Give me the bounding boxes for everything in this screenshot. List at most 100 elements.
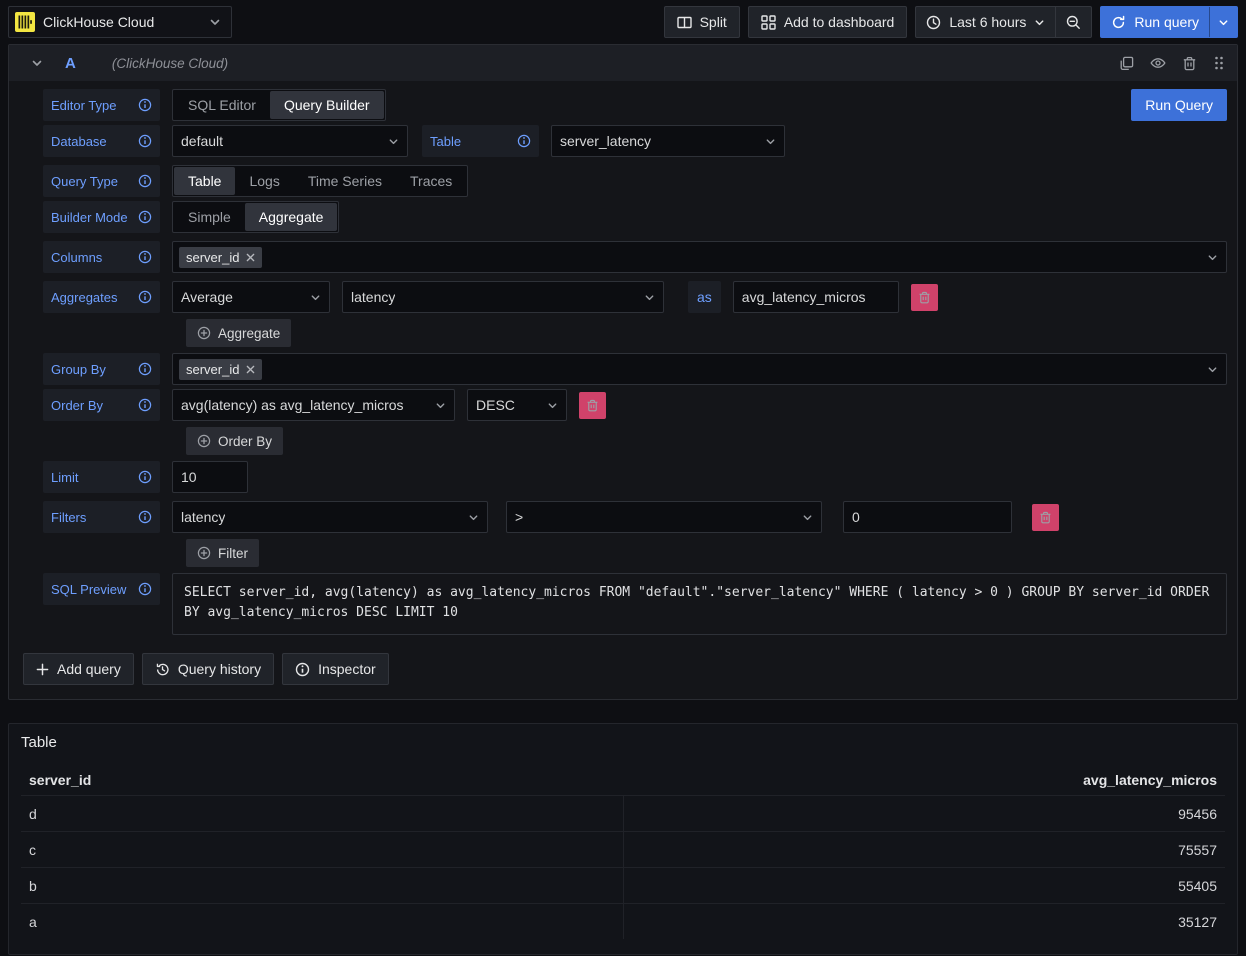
duplicate-query-icon[interactable] [1119,56,1134,71]
inspector-button[interactable]: Inspector [282,653,389,685]
database-value: default [181,133,223,149]
query-history-button[interactable]: Query history [142,653,274,685]
run-query-dropdown[interactable] [1209,7,1237,37]
collapse-chevron-icon[interactable] [31,57,43,69]
group-by-multiselect[interactable]: server_id [172,353,1227,385]
filters-label: Filters [51,510,86,525]
editor-type-option-query-builder[interactable]: Query Builder [270,91,384,119]
builder-mode-row: Builder Mode Simple Aggregate [43,201,1227,233]
aggregates-label: Aggregates [51,290,118,305]
table-value: server_latency [560,133,651,149]
limit-field[interactable] [172,461,248,493]
aggregate-alias-field[interactable] [733,281,899,313]
info-icon[interactable] [517,134,531,148]
info-icon[interactable] [138,470,152,484]
run-query-editor-button[interactable]: Run Query [1131,89,1227,121]
query-type-option-time-series[interactable]: Time Series [294,167,396,195]
aggregates-label-cell: Aggregates [43,281,160,313]
delete-query-icon[interactable] [1182,56,1197,71]
editor-type-label: Editor Type [51,98,117,113]
query-builder-body: Run Query Editor Type SQL Editor Query B… [9,81,1237,641]
table-select[interactable]: server_latency [551,125,785,157]
limit-input[interactable] [181,469,239,485]
database-label-cell: Database [43,125,160,157]
info-icon[interactable] [138,134,152,148]
info-icon[interactable] [138,210,152,224]
query-type-option-table[interactable]: Table [174,167,235,195]
chevron-down-icon [765,136,776,147]
filter-value-input[interactable] [852,509,1003,525]
columns-multiselect[interactable]: server_id [172,241,1227,273]
run-query-button[interactable]: Run query [1101,7,1209,37]
add-aggregate-button[interactable]: Aggregate [186,319,291,347]
columns-label: Columns [51,250,102,265]
add-filter-button[interactable]: Filter [186,539,259,567]
database-table-row: Database default Table server_latency [43,125,1227,157]
query-type-option-traces[interactable]: Traces [396,167,466,195]
query-ref-id[interactable]: A [65,55,76,72]
add-query-button[interactable]: Add query [23,653,134,685]
time-zoom-out-button[interactable] [1055,7,1091,37]
order-by-column-select[interactable]: avg(latency) as avg_latency_micros [172,389,455,421]
filters-label-cell: Filters [43,501,160,533]
query-type-option-logs[interactable]: Logs [235,167,293,195]
info-icon[interactable] [138,174,152,188]
info-icon[interactable] [138,582,152,596]
split-button[interactable]: Split [664,6,740,38]
cell-server-id: d [21,796,624,831]
info-icon[interactable] [138,98,152,112]
filter-operator-select[interactable]: > [506,501,822,533]
info-icon[interactable] [138,510,152,524]
chip-remove-icon[interactable] [246,365,255,374]
database-label: Database [51,134,107,149]
datasource-picker[interactable]: ClickHouse Cloud [8,6,232,38]
column-header-server-id[interactable]: server_id [21,772,623,788]
column-header-avg-latency-micros[interactable]: avg_latency_micros [623,772,1225,788]
table-row: b 55405 [21,867,1225,903]
database-select[interactable]: default [172,125,408,157]
time-range-picker[interactable]: Last 6 hours [916,7,1055,37]
order-by-direction-select[interactable]: DESC [467,389,567,421]
add-order-by-button[interactable]: Order By [186,427,283,455]
filter-value-field[interactable] [843,501,1012,533]
chevron-down-icon [388,136,399,147]
aggregate-alias-input[interactable] [742,289,890,305]
info-icon[interactable] [138,398,152,412]
filters-row: Filters latency > [43,501,1227,533]
chip-remove-icon[interactable] [246,253,255,262]
builder-mode-option-aggregate[interactable]: Aggregate [245,203,338,231]
inspector-label: Inspector [318,661,376,677]
disable-query-eye-icon[interactable] [1150,55,1166,71]
builder-mode-option-simple[interactable]: Simple [174,203,245,231]
builder-mode-label-cell: Builder Mode [43,201,160,233]
columns-row: Columns server_id [43,241,1227,273]
cell-server-id: b [21,868,624,903]
chevron-down-icon [209,16,221,28]
info-icon[interactable] [138,290,152,304]
time-picker-group: Last 6 hours [915,6,1092,38]
remove-order-by-button[interactable] [579,392,606,419]
aggregate-column-select[interactable]: latency [342,281,664,313]
group-by-label-cell: Group By [43,353,160,385]
chevron-down-icon [310,292,321,303]
chevron-down-icon [435,400,446,411]
split-icon [677,15,692,30]
editor-type-option-sql-editor[interactable]: SQL Editor [174,91,270,119]
cell-server-id: c [21,832,624,867]
apps-icon [761,15,776,30]
drag-handle-icon[interactable] [1213,55,1225,71]
remove-aggregate-button[interactable] [911,284,938,311]
clickhouse-logo-icon [15,12,35,32]
plus-icon [36,663,49,676]
add-to-dashboard-button[interactable]: Add to dashboard [748,6,908,38]
limit-label: Limit [51,470,78,485]
order-by-direction: DESC [476,397,515,413]
filter-column-select[interactable]: latency [172,501,488,533]
remove-filter-button[interactable] [1032,504,1059,531]
aggregate-function-select[interactable]: Average [172,281,330,313]
editor-type-toggle: SQL Editor Query Builder [172,89,386,121]
query-history-label: Query history [178,661,261,677]
info-icon[interactable] [138,362,152,376]
info-icon[interactable] [138,250,152,264]
group-by-chip-server-id: server_id [179,359,262,380]
